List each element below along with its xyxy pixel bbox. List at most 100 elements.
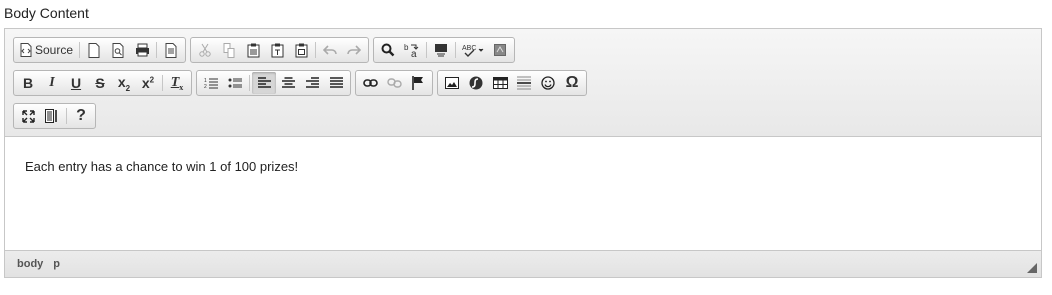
select-all-icon	[434, 43, 448, 58]
paste-text-button[interactable]	[265, 39, 289, 61]
separator	[315, 42, 317, 58]
element-path-bar: body p	[5, 250, 1041, 277]
toolbar-row-3: ?	[13, 103, 100, 129]
align-left-icon	[257, 77, 271, 89]
insert-group: Ω	[437, 70, 587, 96]
field-label: Body Content	[4, 5, 89, 21]
tools-group: ?	[13, 103, 96, 129]
align-center-icon	[281, 77, 295, 89]
bold-button[interactable]: B	[16, 72, 40, 94]
table-button[interactable]	[488, 72, 512, 94]
show-blocks-icon	[45, 109, 59, 123]
smiley-button[interactable]	[536, 72, 560, 94]
numbered-list-button[interactable]: 12	[199, 72, 223, 94]
bulleted-list-icon	[228, 77, 243, 89]
svg-text:2: 2	[204, 84, 207, 89]
paste-text-icon	[271, 43, 284, 58]
replace-button[interactable]: ba	[400, 39, 424, 61]
numbered-list-icon: 12	[204, 77, 219, 89]
subscript-icon: x2	[117, 73, 131, 93]
flash-button[interactable]	[464, 72, 488, 94]
redo-icon	[347, 44, 362, 56]
preview-icon	[112, 42, 124, 58]
horizontal-rule-button[interactable]	[512, 72, 536, 94]
undo-icon	[323, 44, 337, 56]
justify-icon	[329, 77, 343, 89]
new-page-button[interactable]	[82, 39, 106, 61]
italic-button[interactable]: I	[40, 72, 64, 94]
maximize-icon	[21, 109, 35, 123]
replace-icon: ba	[404, 42, 420, 58]
separator	[66, 108, 67, 124]
path-p[interactable]: p	[53, 258, 60, 270]
help-icon: ?	[76, 107, 86, 124]
paste-button[interactable]	[241, 39, 265, 61]
rich-text-editor: Source b a ABC B I U S x2 x2 Tx 1 2 Ω ? …	[4, 28, 1042, 278]
smiley-icon	[541, 76, 555, 90]
flash-icon	[469, 76, 483, 90]
copy-button[interactable]	[217, 39, 241, 61]
resize-handle-icon[interactable]	[1027, 263, 1037, 273]
unlink-button[interactable]	[382, 72, 406, 94]
separator	[79, 42, 81, 58]
strike-button[interactable]: S	[88, 72, 112, 94]
new-page-icon	[88, 42, 100, 58]
svg-text:a: a	[411, 49, 417, 58]
editor-content-area[interactable]: Each entry has a chance to win 1 of 100 …	[5, 137, 1041, 251]
superscript-button[interactable]: x2	[136, 72, 160, 94]
unlink-icon	[386, 77, 402, 89]
preview-button[interactable]	[106, 39, 130, 61]
path-body[interactable]: body	[17, 258, 43, 270]
print-button[interactable]	[130, 39, 154, 61]
justify-button[interactable]	[324, 72, 348, 94]
flag-icon	[412, 76, 424, 90]
help-button[interactable]: ?	[69, 105, 93, 127]
maximize-button[interactable]	[16, 105, 40, 127]
separator	[455, 42, 457, 58]
separator	[249, 75, 250, 91]
paragraph-group: 12	[196, 70, 351, 96]
clipboard-group	[190, 37, 370, 63]
image-icon	[445, 77, 459, 89]
bulleted-list-button[interactable]	[223, 72, 247, 94]
special-char-button[interactable]: Ω	[560, 72, 584, 94]
superscript-icon: x2	[141, 75, 155, 91]
link-button[interactable]	[358, 72, 382, 94]
paste-word-button[interactable]	[289, 39, 313, 61]
underline-button[interactable]: U	[64, 72, 88, 94]
content-paragraph[interactable]: Each entry has a chance to win 1 of 100 …	[25, 159, 298, 174]
spellcheck-button[interactable]: ABC	[458, 39, 488, 61]
cut-button[interactable]	[193, 39, 217, 61]
horizontal-rule-icon	[517, 76, 531, 90]
templates-button[interactable]	[159, 39, 183, 61]
show-blocks-button[interactable]	[40, 105, 64, 127]
separator	[156, 42, 158, 58]
search-icon	[381, 43, 395, 57]
source-button[interactable]: Source	[16, 39, 77, 61]
editing-group: ba ABC	[373, 37, 516, 63]
anchor-button[interactable]	[406, 72, 430, 94]
align-right-icon	[305, 77, 319, 89]
scayt-button[interactable]	[488, 39, 512, 61]
align-center-button[interactable]	[276, 72, 300, 94]
paste-word-icon	[295, 43, 308, 58]
image-button[interactable]	[440, 72, 464, 94]
align-left-button[interactable]	[252, 72, 276, 94]
svg-text:ABC: ABC	[462, 45, 476, 52]
select-all-button[interactable]	[429, 39, 453, 61]
print-icon	[135, 43, 150, 57]
subscript-button[interactable]: x2	[112, 72, 136, 94]
paste-icon	[247, 43, 260, 58]
undo-button[interactable]	[318, 39, 342, 61]
editor-toolbar: Source b a ABC B I U S x2 x2 Tx 1 2 Ω ?	[5, 29, 1041, 137]
remove-format-button[interactable]: Tx	[165, 72, 189, 94]
toolbar-row-1: Source b a ABC	[13, 37, 519, 63]
separator	[426, 42, 428, 58]
templates-icon	[165, 42, 177, 58]
find-button[interactable]	[376, 39, 400, 61]
separator	[162, 75, 163, 91]
remove-format-icon: Tx	[170, 74, 184, 92]
redo-button[interactable]	[342, 39, 366, 61]
align-right-button[interactable]	[300, 72, 324, 94]
omega-icon: Ω	[565, 74, 579, 91]
